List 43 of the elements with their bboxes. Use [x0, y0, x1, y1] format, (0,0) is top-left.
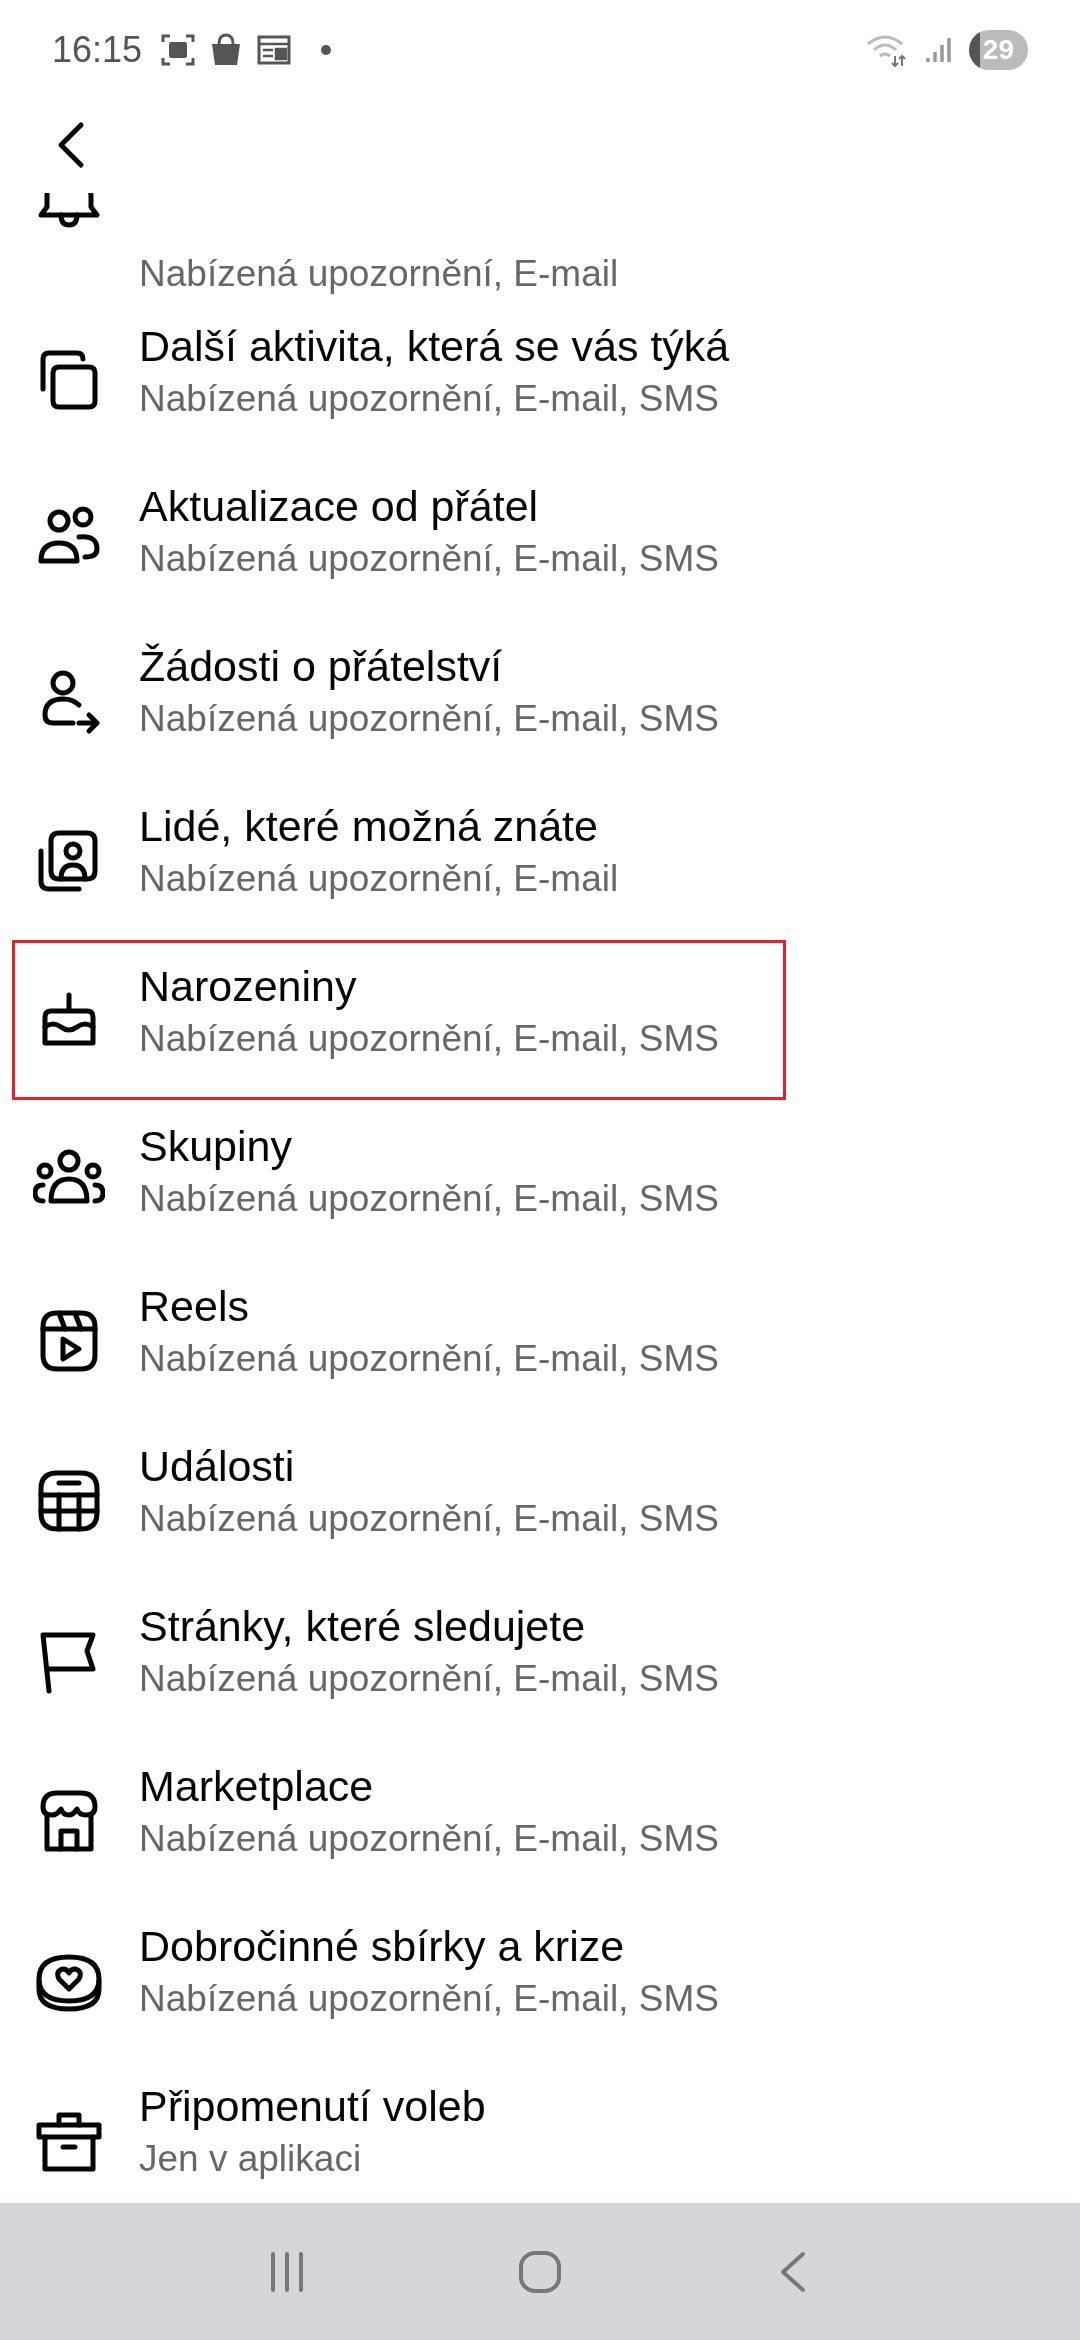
notification-setting-item[interactable]: Další aktivita, která se vás týká Nabízená upozornění, E-mail, SMS — [12, 300, 786, 460]
item-subtitle: Nabízená upozornění, E-mail, SMS — [139, 1977, 719, 2021]
item-title: Události — [139, 1441, 296, 1492]
notification-dot-icon — [320, 44, 333, 56]
notification-setting-item[interactable]: Reels Nabízená upozornění, E-mail, SMS — [12, 1260, 786, 1420]
notification-setting-item[interactable]: Lidé, které možná znáte Nabízená upozornění, E-mail — [12, 780, 786, 940]
item-title: Stránky, které sledujete — [139, 1601, 587, 1652]
item-subtitle: Nabízená upozornění, E-mail, SMS — [139, 1817, 719, 1861]
item-title: Reels — [139, 1281, 250, 1332]
notification-setting-item[interactable]: Skupiny Nabízená upozornění, E-mail, SMS — [12, 1100, 786, 1260]
notification-setting-item[interactable]: Žádosti o přátelství Nabízená upozornění, E-mail, SMS — [12, 620, 786, 780]
item-title: Narozeniny — [139, 961, 358, 1012]
item-title: Skupiny — [139, 1121, 293, 1172]
screenshot-icon — [160, 32, 197, 68]
item-title: Lidé, které možná znáte — [139, 801, 599, 852]
notification-setting-item[interactable]: Dobročinné sbírky a krize Nabízená upozornění, E-mail, SMS — [12, 1900, 786, 2060]
home-icon[interactable] — [518, 2249, 562, 2294]
item-title: Dobročinné sbírky a krize — [139, 1921, 626, 1972]
notification-setting-item[interactable]: Připomenutí voleb Jen v aplikaci — [12, 2060, 786, 2203]
notification-setting-item[interactable]: Aktualizace od přátel Nabízená upozornění, E-mail, SMS — [12, 460, 786, 620]
item-subtitle: Nabízená upozornění, E-mail, SMS — [139, 537, 719, 581]
item-subtitle: Nabízená upozornění, E-mail — [139, 252, 619, 296]
item-subtitle: Jen v aplikaci — [139, 2137, 363, 2181]
item-subtitle: Nabízená upozornění, E-mail, SMS — [139, 1657, 719, 1701]
item-title: Marketplace — [139, 1761, 375, 1812]
item-title: Žádosti o přátelství — [139, 641, 504, 692]
status-time: 16:15 — [52, 29, 143, 71]
item-title: Další aktivita, která se vás týká — [139, 321, 730, 372]
item-subtitle: Nabízená upozornění, E-mail, SMS — [139, 1337, 719, 1381]
item-subtitle: Nabízená upozornění, E-mail, SMS — [139, 377, 720, 421]
battery-indicator: 29 — [968, 30, 1028, 70]
notification-setting-item[interactable]: Události Nabízená upozornění, E-mail, SMS — [12, 1420, 786, 1580]
notification-setting-item[interactable]: Marketplace Nabízená upozornění, E-mail, SMS — [12, 1740, 786, 1900]
notification-setting-item[interactable]: Nabízená upozornění, E-mail — [12, 190, 786, 300]
notification-setting-item[interactable]: Narozeniny Nabízená upozornění, E-mail, SMS — [12, 940, 786, 1100]
item-subtitle: Nabízená upozornění, E-mail, SMS — [139, 697, 719, 741]
item-subtitle: Nabízená upozornění, E-mail, SMS — [139, 1497, 719, 1541]
notification-setting-item[interactable]: Stránky, které sledujete Nabízená upozornění, E-mail, SMS — [12, 1580, 786, 1740]
item-title: Aktualizace od přátel — [139, 481, 540, 532]
item-subtitle: Nabízená upozornění, E-mail, SMS — [139, 1177, 719, 1221]
item-subtitle: Nabízená upozornění, E-mail, SMS — [139, 1017, 719, 1061]
item-subtitle: Nabízená upozornění, E-mail — [139, 857, 619, 901]
item-title: Připomenutí voleb — [139, 2081, 486, 2132]
